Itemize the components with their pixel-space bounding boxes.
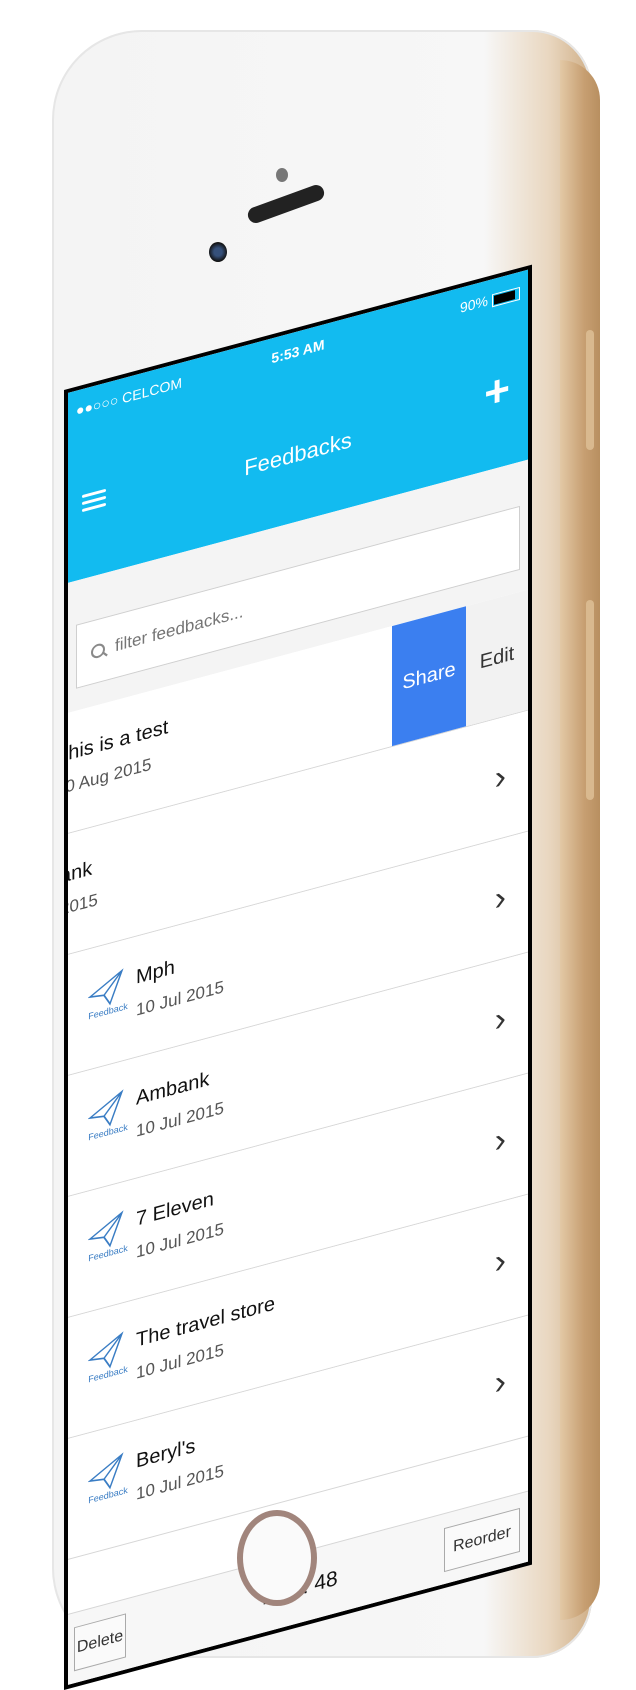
reorder-button[interactable]: Reorder — [444, 1507, 520, 1573]
battery-icon — [492, 286, 520, 308]
phone-screen: ●●○○○ CELCOM 5:53 AM 90% Feedbacks + Fee… — [64, 264, 532, 1690]
search-icon — [91, 642, 105, 660]
add-feedback-button[interactable]: + — [484, 363, 510, 419]
item-title: This is a test — [64, 716, 169, 769]
proximity-sensor — [276, 168, 288, 182]
edit-button[interactable]: Edit — [466, 589, 528, 727]
paper-plane-icon: Feedback — [88, 1330, 128, 1401]
home-button[interactable] — [237, 1510, 317, 1606]
chevron-right-icon: › — [494, 756, 506, 798]
item-title: ank — [64, 857, 93, 889]
chevron-right-icon: › — [494, 1361, 506, 1403]
paper-plane-icon: Feedback — [88, 1209, 128, 1280]
front-camera — [209, 242, 227, 262]
item-date: 2015 — [64, 889, 98, 920]
item-title: Mph — [136, 956, 175, 989]
item-title: The travel store — [136, 1292, 275, 1352]
chevron-right-icon: › — [494, 998, 506, 1040]
volume-button — [586, 330, 594, 450]
item-title: Beryl's — [136, 1434, 196, 1473]
phone-edge — [560, 60, 600, 1620]
share-button[interactable]: Share — [392, 606, 466, 747]
chevron-right-icon: › — [494, 1240, 506, 1282]
paper-plane-icon: Feedback — [88, 1451, 128, 1522]
battery-indicator: 90% — [460, 284, 520, 316]
paper-plane-icon: Feedback — [88, 967, 128, 1038]
paper-plane-icon: Feedback — [88, 1088, 128, 1159]
chevron-right-icon: › — [494, 877, 506, 919]
chevron-right-icon: › — [494, 1119, 506, 1161]
battery-percent: 90% — [459, 292, 488, 316]
power-button — [586, 600, 594, 800]
feedback-list: Feedback This is a test 20 Aug 2015 › Sh… — [64, 589, 528, 1560]
